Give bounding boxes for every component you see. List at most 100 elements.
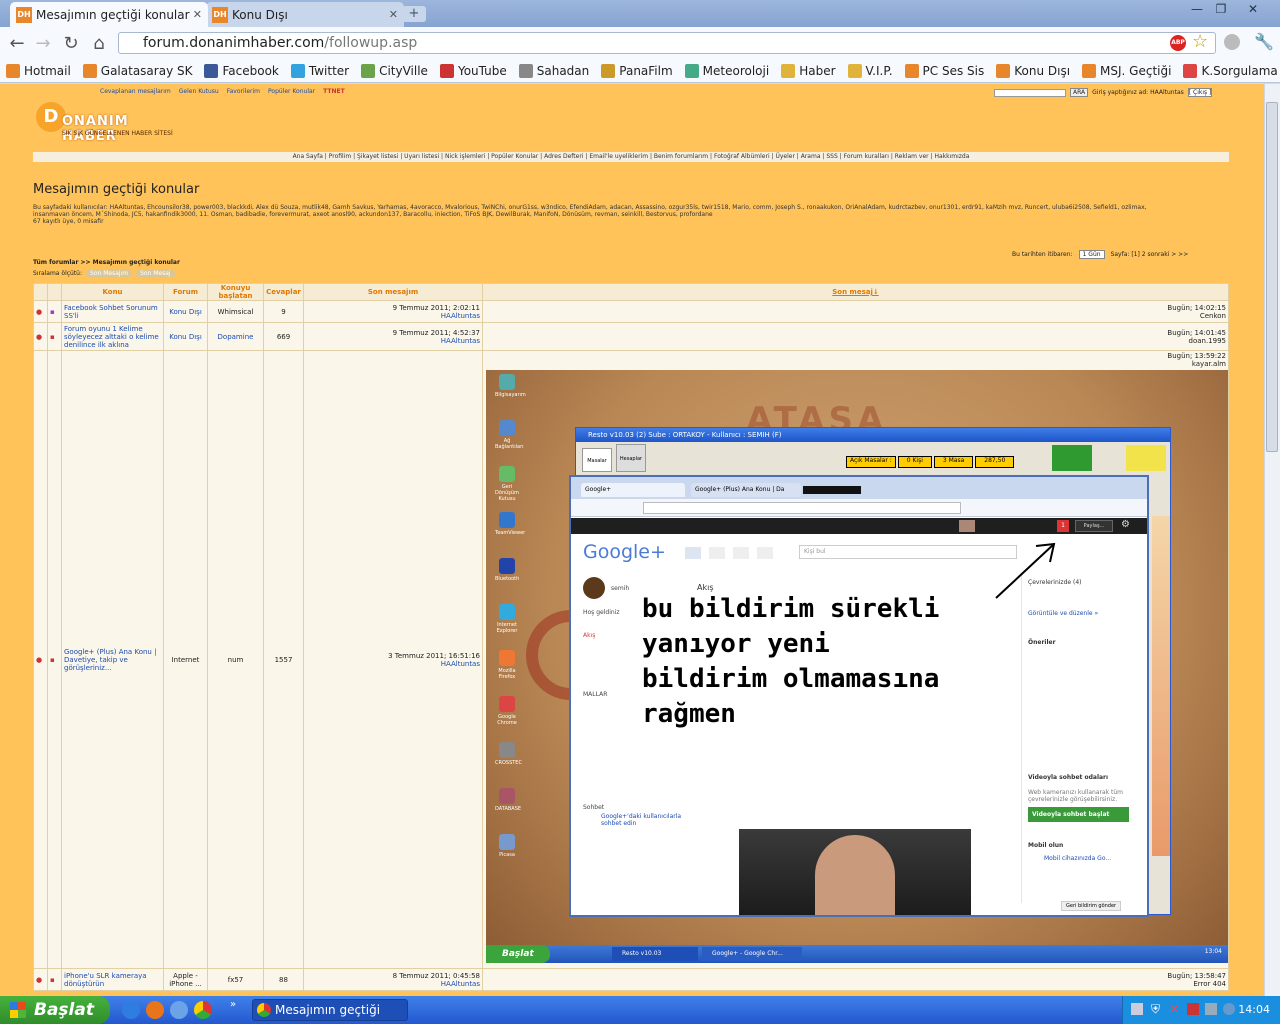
- restore-icon[interactable]: ❐: [1208, 0, 1234, 18]
- start-button[interactable]: Başlat: [0, 996, 110, 1024]
- gear-icon[interactable]: ⚙: [1121, 519, 1130, 530]
- close-icon[interactable]: ✕: [389, 8, 398, 21]
- bookmark-item[interactable]: PC Ses Sis: [904, 63, 984, 78]
- desktop-icon[interactable]: Bluetooth: [495, 558, 519, 582]
- desktop-icon[interactable]: Internet Explorer: [495, 604, 519, 634]
- mobile-link[interactable]: Mobil cihazınızda Go...: [1022, 849, 1135, 862]
- firefox-quicklaunch-icon[interactable]: [146, 1001, 164, 1019]
- chrome-quicklaunch-icon[interactable]: [194, 1001, 212, 1019]
- site-logo[interactable]: D ONANIM HABER SIK SIK GÜNCELLENEN HABER…: [36, 102, 186, 146]
- bookmark-item[interactable]: V.I.P.: [847, 63, 893, 78]
- resto-tab-hesaplar[interactable]: Hesaplar: [616, 444, 646, 472]
- desktop-icon[interactable]: Mozilla Firefox: [495, 650, 519, 680]
- extension-icon[interactable]: [1224, 34, 1240, 50]
- tab-konu-disi[interactable]: DH Konu Dışı ✕: [206, 2, 404, 27]
- bookmark-item[interactable]: Konu Dışı: [996, 63, 1070, 78]
- window-close-icon[interactable]: ✕: [1240, 0, 1266, 18]
- site-menu[interactable]: Ana Sayfa | Profilim | Şikayet listesi |…: [33, 152, 1229, 162]
- volume-icon[interactable]: [1205, 1003, 1217, 1015]
- share-button[interactable]: Paylaş...: [1075, 520, 1113, 532]
- forum-link[interactable]: Internet: [163, 350, 208, 969]
- last-user[interactable]: doan.1995: [485, 337, 1227, 345]
- people-search-input[interactable]: Kişi bul: [799, 545, 1017, 559]
- my-last-user[interactable]: HAAltuntas: [306, 660, 480, 668]
- desktop-icon[interactable]: Geri Dönüşüm Kutusu: [495, 466, 519, 502]
- bookmark-item[interactable]: Twitter: [290, 63, 349, 78]
- taskbar-chrome-window[interactable]: Mesajımın geçtiği kon...: [252, 999, 408, 1024]
- desktop-icon[interactable]: Google Chrome: [495, 696, 519, 726]
- forum-link[interactable]: Konu Dışı: [163, 300, 208, 323]
- notification-badge[interactable]: 1: [1057, 520, 1069, 532]
- last-user[interactable]: Error 404: [485, 980, 1226, 988]
- inner-task-resto[interactable]: Resto v10.03: [612, 947, 698, 961]
- address-bar[interactable]: forum.donanimhaber.com/followup.asp: [118, 32, 1216, 54]
- bookmark-item[interactable]: Sahadan: [518, 63, 589, 78]
- bookmark-item[interactable]: PanaFilm: [601, 63, 673, 78]
- last-user[interactable]: Cenkon: [485, 312, 1226, 320]
- circles-icon[interactable]: [757, 547, 773, 559]
- sort-son-mesaj[interactable]: Son Mesaj: [136, 269, 175, 278]
- date-filter-select[interactable]: 1 Gün: [1078, 250, 1105, 259]
- bookmark-item[interactable]: Hotmail: [6, 63, 71, 78]
- resto-tab-masalar[interactable]: Masalar: [582, 448, 612, 472]
- link-cevaplanan[interactable]: Cevaplanan mesajlarım: [100, 88, 171, 95]
- home-icon[interactable]: [685, 547, 701, 559]
- hangout-button[interactable]: Videoyla sohbet başlat: [1028, 807, 1129, 822]
- security-icon[interactable]: ⛨: [1151, 1002, 1160, 1017]
- pager-links[interactable]: Sayfa: [1] 2 sonraki > >>: [1111, 251, 1189, 258]
- chat-link[interactable]: Google+'daki kullanıcılarla sohbet edin: [583, 813, 683, 827]
- col-son-mesajim[interactable]: Son mesajım: [303, 283, 483, 301]
- desktop-icon[interactable]: Ağ Bağlantıları: [495, 420, 524, 450]
- close-icon[interactable]: ✕: [193, 8, 202, 21]
- desktop-icon[interactable]: DATABASE: [495, 788, 521, 812]
- quicklaunch-overflow-icon[interactable]: »: [230, 999, 236, 1010]
- topic-link[interactable]: iPhone'u SLR kameraya dönüştürün: [61, 968, 164, 991]
- network-warning-icon[interactable]: ✕: [1169, 1002, 1179, 1016]
- profile-icon[interactable]: [733, 547, 749, 559]
- topic-link[interactable]: Facebook Sohbet Sorunum SS'li: [61, 300, 164, 323]
- link-populer[interactable]: Popüler Konular: [268, 88, 315, 95]
- app-quicklaunch-icon[interactable]: [170, 1001, 188, 1019]
- adblock-icon[interactable]: ABP: [1170, 35, 1186, 51]
- col-cevaplar[interactable]: Cevaplar: [263, 283, 304, 301]
- scrollbar-thumb[interactable]: [1266, 102, 1278, 452]
- minimize-icon[interactable]: —: [1184, 0, 1210, 18]
- back-icon[interactable]: ←: [6, 33, 28, 54]
- desktop-icon[interactable]: CROSSTEC: [495, 742, 522, 766]
- antivirus-icon[interactable]: [1187, 1003, 1199, 1015]
- col-son-mesaj[interactable]: Son mesaj↓: [482, 283, 1229, 301]
- gwin-tab-1[interactable]: Google+: [581, 483, 685, 497]
- bookmark-item[interactable]: K.Sorgulama: [1183, 63, 1278, 78]
- last-user[interactable]: kayar.alm: [485, 360, 1226, 368]
- desktop-icon[interactable]: Bilgisayarım: [495, 374, 526, 398]
- desktop-icon[interactable]: Picasa: [495, 834, 519, 858]
- wrench-icon[interactable]: 🔧: [1254, 32, 1274, 51]
- resto-home-icon[interactable]: [1052, 445, 1092, 471]
- photos-icon[interactable]: [709, 547, 725, 559]
- topic-link[interactable]: Forum oyunu 1 Kelime söyleyecez alttaki …: [61, 322, 164, 351]
- topic-link[interactable]: Google+ (Plus) Ana Konu | Davetiye, taki…: [61, 350, 164, 969]
- starter[interactable]: Whimsical: [207, 300, 264, 323]
- logout-button[interactable]: [ Çıkış ]: [1187, 88, 1213, 97]
- forum-link[interactable]: Apple - iPhone ...: [163, 968, 208, 991]
- home-icon[interactable]: ⌂: [88, 33, 110, 54]
- breadcrumb[interactable]: Tüm forumlar >> Mesajımın geçtiği konula…: [33, 259, 180, 266]
- search-button[interactable]: ARA: [1070, 88, 1089, 97]
- gwin-tab-2[interactable]: Google+ (Plus) Ana Konu | Da: [691, 483, 801, 497]
- bookmark-item[interactable]: Galatasaray SK: [82, 63, 192, 78]
- search-input[interactable]: [994, 88, 1066, 97]
- gwin-avatar[interactable]: [959, 520, 975, 532]
- feedback-button[interactable]: Geri bildirim gönder: [1061, 901, 1122, 911]
- desktop-icon[interactable]: TeamViewer: [495, 512, 525, 536]
- col-forum[interactable]: Forum: [163, 283, 208, 301]
- my-last-user[interactable]: HAAltuntas: [306, 337, 480, 345]
- reload-icon[interactable]: ↻: [60, 33, 82, 54]
- starter[interactable]: num: [207, 350, 264, 969]
- col-baslatan[interactable]: Konuyu başlatan: [207, 283, 264, 301]
- sort-son-mesajim[interactable]: Son Mesajım: [86, 269, 133, 278]
- forum-link[interactable]: Konu Dışı: [163, 322, 208, 351]
- bookmark-item[interactable]: YouTube: [439, 63, 507, 78]
- resto-gift-icon[interactable]: [1126, 445, 1166, 471]
- forward-icon[interactable]: →: [32, 33, 54, 54]
- bookmark-item[interactable]: CityVille: [361, 63, 428, 78]
